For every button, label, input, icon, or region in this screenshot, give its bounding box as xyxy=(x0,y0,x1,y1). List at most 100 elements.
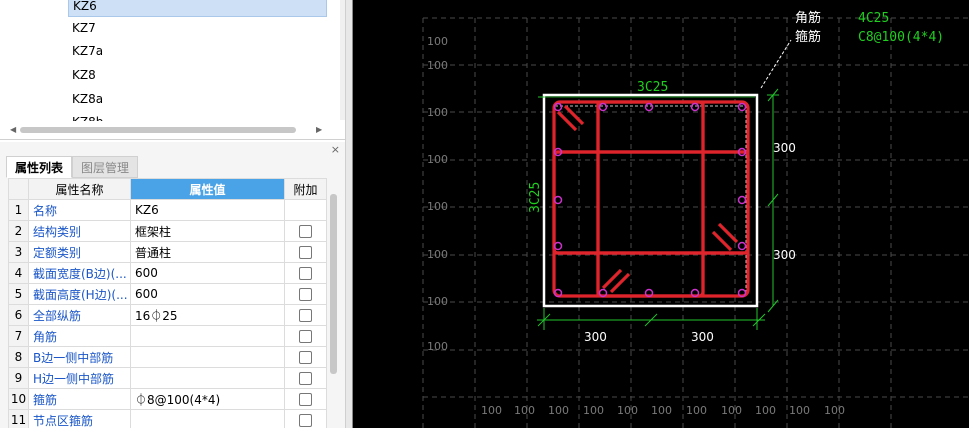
scroll-thumb[interactable] xyxy=(20,127,296,133)
left-panel: KZ6 KZ7 KZ7a KZ8 KZ8a KZ8b ◀ ▶ × 属性列表 图层… xyxy=(0,0,345,428)
append-checkbox[interactable] xyxy=(299,330,312,343)
append-checkbox[interactable] xyxy=(299,414,312,427)
append-cell[interactable] xyxy=(284,325,327,347)
property-row[interactable]: 10 箍筋 ⏀8@100(4*4) xyxy=(8,388,327,410)
rebar-dot[interactable] xyxy=(737,241,747,251)
append-cell[interactable] xyxy=(284,346,327,368)
property-name: 结构类别 xyxy=(28,220,131,242)
dim-right-upper[interactable]: 300 xyxy=(773,141,796,155)
append-checkbox[interactable] xyxy=(299,225,312,238)
panel-splitter[interactable] xyxy=(345,0,353,428)
property-row[interactable]: 7 角筋 xyxy=(8,325,327,347)
tree-item-kz7a[interactable]: KZ7a xyxy=(68,40,327,63)
property-row[interactable]: 11 节点区箍筋 xyxy=(8,409,327,428)
outer-stirrup[interactable] xyxy=(552,100,750,298)
stirrup-label: 箍筋 xyxy=(795,29,821,45)
property-value[interactable] xyxy=(130,346,285,368)
rebar-dot[interactable] xyxy=(644,102,654,112)
row-index: 10 xyxy=(8,388,29,410)
col-value-header[interactable]: 属性值 xyxy=(130,178,285,200)
dim-bottom-left[interactable]: 300 xyxy=(584,330,607,344)
tree-item-kz6[interactable]: KZ6 xyxy=(68,0,327,17)
tree-horizontal-scrollbar[interactable]: ◀ ▶ xyxy=(8,124,326,136)
property-value[interactable] xyxy=(130,409,285,428)
append-cell[interactable] xyxy=(284,367,327,389)
property-value[interactable]: 600 xyxy=(130,262,285,284)
grid-label: 100 xyxy=(427,340,448,353)
tree-item-kz8[interactable]: KZ8 xyxy=(68,64,327,87)
rebar-dot[interactable] xyxy=(598,102,608,112)
append-checkbox[interactable] xyxy=(299,309,312,322)
append-cell[interactable] xyxy=(284,262,327,284)
properties-scrollbar[interactable] xyxy=(330,194,337,374)
property-grid: 属性名称 属性值 附加 1 名称 KZ6 2 结构类别 框架柱 3 定额类别 普通柱 4 截面宽度(… xyxy=(8,178,327,428)
append-checkbox[interactable] xyxy=(299,288,312,301)
append-cell[interactable] xyxy=(284,409,327,428)
append-cell[interactable] xyxy=(284,220,327,242)
property-value[interactable]: 16⏀25 xyxy=(130,304,285,326)
property-value[interactable]: 框架柱 xyxy=(130,220,285,242)
property-name: 全部纵筋 xyxy=(28,304,131,326)
scroll-right-icon[interactable]: ▶ xyxy=(316,124,322,136)
app-root: KZ6 KZ7 KZ7a KZ8 KZ8a KZ8b ◀ ▶ × 属性列表 图层… xyxy=(0,0,969,428)
stirrup-value[interactable]: C8@100(4*4) xyxy=(858,30,944,45)
tab-property-list[interactable]: 属性列表 xyxy=(6,156,73,178)
grid-label: 100 xyxy=(686,404,707,417)
property-value[interactable]: ⏀8@100(4*4) xyxy=(130,388,285,410)
property-row[interactable]: 4 截面宽度(B边)(... 600 xyxy=(8,262,327,284)
property-row[interactable]: 1 名称 KZ6 xyxy=(8,199,327,221)
component-tree: KZ6 KZ7 KZ7a KZ8 KZ8a KZ8b ◀ ▶ xyxy=(0,0,345,140)
append-checkbox[interactable] xyxy=(299,267,312,280)
col-name-header[interactable]: 属性名称 xyxy=(28,178,131,200)
property-value[interactable]: 600 xyxy=(130,283,285,305)
property-value[interactable] xyxy=(130,367,285,389)
row-index: 11 xyxy=(8,409,29,428)
append-checkbox[interactable] xyxy=(299,246,312,259)
dim-bottom-right[interactable]: 300 xyxy=(691,330,714,344)
rebar-dot[interactable] xyxy=(690,102,700,112)
tree-item-kz8b[interactable]: KZ8b xyxy=(68,111,327,121)
top-bars-label[interactable]: 3C25 xyxy=(637,80,668,95)
property-row[interactable]: 8 B边一侧中部筋 xyxy=(8,346,327,368)
row-index: 6 xyxy=(8,304,29,326)
corner-bars-value[interactable]: 4C25 xyxy=(858,11,889,26)
grid-label: 100 xyxy=(427,295,448,308)
longitudinal-bars[interactable] xyxy=(553,102,747,298)
property-value[interactable]: KZ6 xyxy=(130,199,285,221)
stirrups[interactable] xyxy=(552,100,750,298)
append-checkbox[interactable] xyxy=(299,351,312,364)
append-checkbox[interactable] xyxy=(299,393,312,406)
tree-item-kz7[interactable]: KZ7 xyxy=(68,17,327,40)
drawing-canvas[interactable]: 100 100 100 100 100 100 100 100 100 100 100 100 100 1… xyxy=(353,0,969,428)
property-value[interactable]: 普通柱 xyxy=(130,241,285,263)
append-checkbox[interactable] xyxy=(299,372,312,385)
property-row[interactable]: 3 定额类别 普通柱 xyxy=(8,241,327,263)
append-cell[interactable] xyxy=(284,241,327,263)
side-bars-label[interactable]: 3C25 xyxy=(528,182,543,213)
rebar-dot[interactable] xyxy=(737,102,747,112)
property-name: 节点区箍筋 xyxy=(28,409,131,428)
inner-stirrup-vertical[interactable] xyxy=(596,100,705,298)
property-row[interactable]: 2 结构类别 框架柱 xyxy=(8,220,327,242)
grid-label: 100 xyxy=(427,35,448,48)
property-name: H边一侧中部筋 xyxy=(28,367,131,389)
close-icon[interactable]: × xyxy=(331,143,340,156)
grid-label: 100 xyxy=(789,404,810,417)
tab-layer-management[interactable]: 图层管理 xyxy=(72,156,139,178)
property-name: 名称 xyxy=(28,199,131,221)
append-cell[interactable] xyxy=(284,388,327,410)
property-row[interactable]: 5 截面高度(H边)(... 600 xyxy=(8,283,327,305)
append-cell[interactable] xyxy=(284,304,327,326)
col-extra-header[interactable]: 附加 xyxy=(284,178,327,200)
column-section-outline[interactable] xyxy=(542,93,759,308)
section-drawing[interactable]: 100 100 100 100 100 100 100 100 100 100 100 100 100 1… xyxy=(353,0,969,428)
row-index: 3 xyxy=(8,241,29,263)
dim-right-lower[interactable]: 300 xyxy=(773,248,796,262)
property-value[interactable] xyxy=(130,325,285,347)
scroll-left-icon[interactable]: ◀ xyxy=(10,124,16,136)
property-row[interactable]: 9 H边一侧中部筋 xyxy=(8,367,327,389)
rebar-dot[interactable] xyxy=(737,195,747,205)
tree-item-kz8a[interactable]: KZ8a xyxy=(68,88,327,111)
property-row[interactable]: 6 全部纵筋 16⏀25 xyxy=(8,304,327,326)
append-cell[interactable] xyxy=(284,283,327,305)
